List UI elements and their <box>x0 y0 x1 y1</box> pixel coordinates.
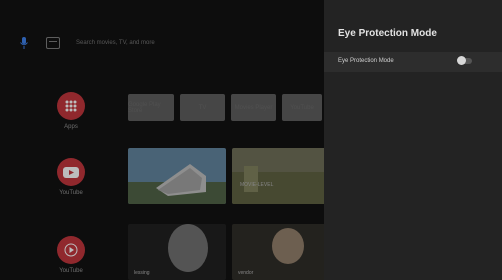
tv-tile[interactable]: TV <box>180 94 225 121</box>
toggle-knob <box>457 56 466 65</box>
youtube-tile[interactable]: YouTube <box>282 94 322 121</box>
setting-label: Eye Protection Mode <box>338 58 394 64</box>
search-placeholder[interactable]: Search movies, TV, and more <box>76 40 155 46</box>
keyboard-icon[interactable] <box>46 37 60 49</box>
youtube-play-icon <box>57 236 85 264</box>
video-thumb-1[interactable] <box>128 148 226 204</box>
home-background: Search movies, TV, and more Apps YouTube… <box>0 0 328 280</box>
video-thumb-2-caption: MOVIE-LEVEL <box>240 182 274 188</box>
settings-panel: Eye Protection Mode Eye Protection Mode <box>324 0 502 280</box>
youtube2-label: YouTube <box>59 268 83 274</box>
apps-row-icon[interactable]: Apps <box>53 92 89 130</box>
movies-tile[interactable]: Movies Player <box>231 94 276 121</box>
video-thumb-3[interactable]: lessing <box>128 224 226 280</box>
eye-protection-toggle[interactable] <box>457 56 472 65</box>
video-thumb-4-caption: vendor <box>238 270 254 276</box>
youtube2-row-icon[interactable]: YouTube <box>53 236 89 274</box>
youtube-label: YouTube <box>59 190 83 196</box>
video-row-1: MOVIE-LEVEL <box>128 148 328 204</box>
google-play-tile[interactable]: Google Play Store <box>128 94 174 121</box>
tv-label: TV <box>198 104 207 111</box>
mic-icon[interactable] <box>18 36 30 50</box>
apps-icon <box>57 92 85 120</box>
eye-protection-row[interactable]: Eye Protection Mode <box>324 52 502 72</box>
video-thumb-2[interactable]: MOVIE-LEVEL <box>232 148 328 204</box>
youtube-tile-label: YouTube <box>290 104 314 111</box>
video-thumb-3-caption: lessing <box>134 270 150 276</box>
movies-label: Movies Player <box>234 104 273 111</box>
tv-home-screen: Search movies, TV, and more Apps YouTube… <box>0 0 502 280</box>
apps-label: Apps <box>64 124 78 130</box>
youtube-icon <box>57 158 85 186</box>
app-tiles-row: Google Play Store TV Movies Player YouTu… <box>128 94 322 121</box>
youtube-row-icon[interactable]: YouTube <box>53 158 89 196</box>
video-row-2: lessing vendor <box>128 224 328 280</box>
panel-title: Eye Protection Mode <box>338 28 437 39</box>
google-play-label: Google Play Store <box>128 101 161 114</box>
top-bar: Search movies, TV, and more <box>18 36 155 50</box>
video-thumb-4[interactable]: vendor <box>232 224 328 280</box>
